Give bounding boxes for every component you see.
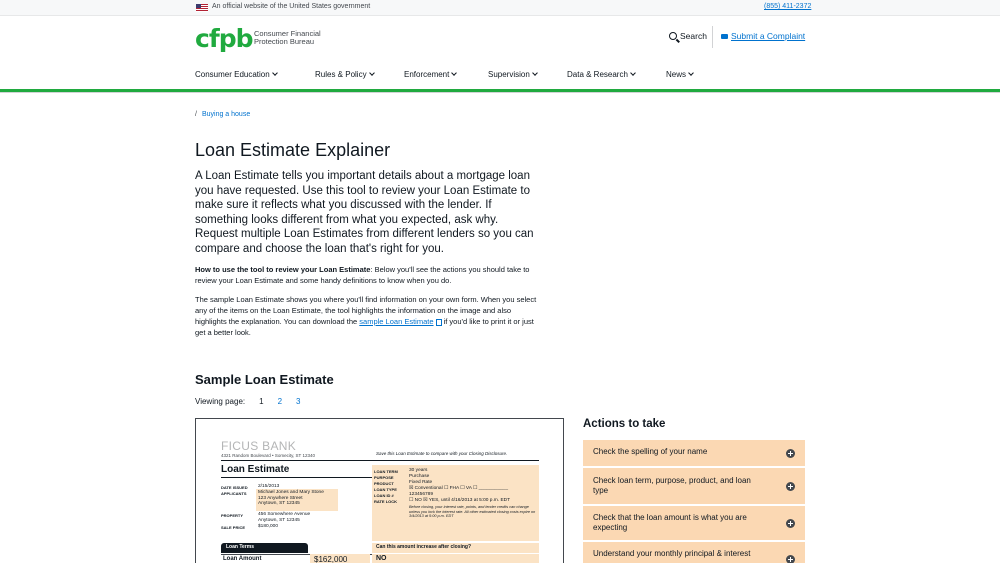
sample-loan-estimate-link[interactable]: sample Loan Estimate [359, 317, 433, 326]
lead-paragraph: A Loan Estimate tells you important deta… [195, 170, 534, 255]
form-applicants-label: APPLICANTS [221, 491, 247, 496]
search-button[interactable]: Search [669, 31, 707, 41]
form-rate-lock-label: RATE LOCK [374, 499, 398, 504]
submit-complaint-link[interactable]: Submit a Complaint [721, 31, 805, 41]
form-bank-name: FICUS BANK [221, 439, 297, 453]
form-loan-id-label: LOAN ID # [374, 493, 394, 498]
form-sale-price: $180,000 [258, 524, 279, 529]
nav-label: Rules & Policy [315, 70, 367, 79]
expand-plus-icon [786, 482, 795, 491]
form-purpose-label: PURPOSE [374, 475, 394, 480]
header-divider-line [0, 92, 1000, 93]
form-save-note: Save this Loan Estimate to compare with … [376, 451, 508, 456]
form-loan-amount-answer-highlight [372, 554, 539, 563]
form-loan-terms-header: Loan Terms [226, 544, 254, 550]
form-loan-term-label: LOAN TERM [374, 469, 398, 474]
page-button-1[interactable]: 1 [259, 397, 263, 406]
nav-item-rules-policy[interactable]: Rules & Policy [315, 70, 375, 79]
expand-plus-icon [786, 519, 795, 528]
logo-text: Consumer Financial Protection Bureau [254, 29, 321, 46]
form-loan-type-label: LOAN TYPE [374, 487, 397, 492]
nav-label: Consumer Education [195, 70, 270, 79]
page-title: Loan Estimate Explainer [195, 140, 391, 160]
page-button-2[interactable]: 2 [278, 397, 282, 406]
nav-label: News [666, 70, 687, 79]
chevron-down-icon [531, 70, 538, 76]
form-product: Fixed Rate [409, 480, 433, 485]
howto-paragraph: How to use the tool to review your Loan … [195, 264, 540, 286]
action-check-loan-amount[interactable]: Check that the loan amount is what you a… [583, 506, 805, 540]
logo-mark: cfpb [195, 24, 253, 53]
main-nav: Consumer Education Rules & Policy Enforc… [195, 70, 805, 82]
form-rule [221, 460, 539, 461]
nav-label: Data & Research [567, 70, 628, 79]
form-rate-lock: ☐ NO ☒ YES, until 4/16/2013 at 5:00 p.m.… [409, 498, 511, 503]
search-label: Search [680, 31, 707, 41]
search-icon [669, 32, 677, 40]
loan-estimate-image: FICUS BANK 4321 Random Boulevard • Somec… [195, 418, 564, 563]
viewing-label: Viewing page: [195, 397, 246, 406]
form-property-line: Anytown, ST 12345 [258, 517, 300, 523]
form-date-issued-label: DATE ISSUED [221, 485, 248, 490]
breadcrumb-link-buying-a-house[interactable]: Buying a house [202, 111, 250, 118]
action-check-name[interactable]: Check the spelling of your name [583, 440, 805, 466]
action-label: Check that the loan amount is what you a… [593, 513, 747, 532]
form-purpose: Purchase [409, 474, 430, 479]
complaint-label: Submit a Complaint [731, 31, 806, 41]
page-selector: Viewing page: 1 2 3 [195, 397, 300, 406]
chevron-down-icon [630, 70, 636, 76]
us-flag-icon [196, 4, 208, 12]
expand-plus-icon [786, 449, 795, 458]
form-loan-amount: $162,000 [314, 555, 348, 563]
action-label: Check loan term, purpose, product, and l… [593, 476, 751, 495]
chevron-down-icon [368, 70, 375, 76]
nav-item-consumer-education[interactable]: Consumer Education [195, 70, 278, 79]
phone-link[interactable]: (855) 411-2372 [764, 3, 811, 10]
form-property-label: PROPERTY [221, 513, 244, 518]
form-bank-address: 4321 Random Boulevard • Somecity, ST 123… [221, 453, 315, 458]
nav-item-supervision[interactable]: Supervision [488, 70, 538, 79]
action-label: Understand your monthly principal & inte… [593, 549, 751, 558]
form-loan-type: ☒ Conventional ☐ FHA ☐ VA ☐ ___________ [409, 486, 508, 491]
breadcrumb: / Buying a house [195, 111, 250, 118]
form-question-header: Can this amount increase after closing? [376, 544, 472, 550]
form-applicant-line: Anytown, ST 12345 [258, 501, 300, 506]
form-product-label: PRODUCT [374, 481, 394, 486]
breadcrumb-separator: / [195, 111, 197, 118]
nav-item-news[interactable]: News [666, 70, 694, 79]
sample-paragraph: The sample Loan Estimate shows you where… [195, 294, 540, 338]
form-loan-amount-answer: NO [376, 555, 387, 562]
action-check-loan-term[interactable]: Check loan term, purpose, product, and l… [583, 468, 805, 504]
nav-item-enforcement[interactable]: Enforcement [404, 70, 458, 79]
complaint-icon [721, 33, 728, 39]
nav-label: Enforcement [404, 70, 450, 79]
chevron-down-icon [451, 70, 458, 76]
nav-item-data-research[interactable]: Data & Research [567, 70, 636, 79]
chevron-down-icon [688, 70, 694, 76]
gov-banner: An official website of the United States… [0, 0, 1000, 16]
form-title: Loan Estimate [221, 464, 290, 475]
nav-label: Supervision [488, 70, 530, 79]
form-loan-amount-label: Loan Amount [223, 556, 262, 562]
gov-banner-text: An official website of the United States… [212, 3, 371, 10]
sample-section-title: Sample Loan Estimate [195, 372, 334, 387]
form-loan-term: 30 years [409, 468, 428, 473]
form-sale-price-label: SALE PRICE [221, 525, 246, 530]
page-button-3[interactable]: 3 [296, 397, 300, 406]
action-label: Check the spelling of your name [593, 447, 708, 456]
action-monthly-principal[interactable]: Understand your monthly principal & inte… [583, 542, 805, 563]
header-divider [712, 26, 713, 48]
expand-plus-icon [786, 555, 795, 563]
form-loan-id: 123456789 [409, 492, 434, 497]
form-rate-lock-note: Before closing, your interest rate, poin… [409, 505, 536, 518]
chevron-down-icon [271, 70, 278, 76]
actions-title: Actions to take [583, 418, 666, 430]
howto-heading: How to use the tool to review your Loan … [195, 265, 371, 274]
